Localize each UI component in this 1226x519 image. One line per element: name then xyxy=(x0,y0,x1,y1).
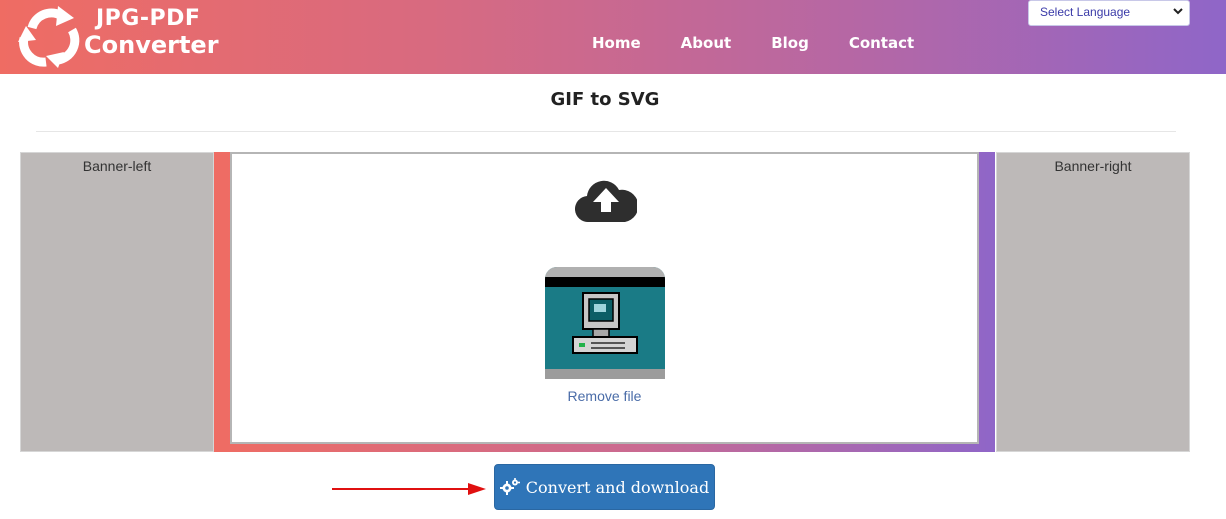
cloud-upload-icon[interactable] xyxy=(575,178,637,224)
uploaded-file-thumbnail xyxy=(545,267,665,379)
nav-contact[interactable]: Contact xyxy=(849,34,914,52)
arrow-right-icon xyxy=(332,483,486,495)
title-divider xyxy=(36,131,1176,132)
site-header: JPG-PDF Converter Home About Blog Contac… xyxy=(0,0,1226,74)
banner-left-label: Banner-left xyxy=(82,158,152,174)
nav-about[interactable]: About xyxy=(681,34,732,52)
nav-home[interactable]: Home xyxy=(592,34,641,52)
chevron-down-icon xyxy=(1173,8,1183,15)
nav-blog[interactable]: Blog xyxy=(771,34,809,52)
page-title: GIF to SVG xyxy=(550,89,660,110)
convert-and-download-button[interactable]: Convert and download xyxy=(494,464,715,510)
recycle-arrows-icon xyxy=(18,6,80,68)
banner-left: Banner-left xyxy=(20,152,214,452)
language-select[interactable]: Select Language xyxy=(1028,0,1190,26)
main-nav: Home About Blog Contact xyxy=(592,34,954,52)
language-select-value: Select Language xyxy=(1040,5,1131,19)
upload-frame: Remove file xyxy=(214,152,995,452)
banner-right: Banner-right xyxy=(996,152,1190,452)
site-logo[interactable]: JPG-PDF Converter xyxy=(18,4,219,68)
gears-icon xyxy=(499,478,520,496)
upload-dropzone[interactable]: Remove file xyxy=(230,152,979,444)
logo-text-bottom: Converter xyxy=(84,31,219,59)
convert-button-label: Convert and download xyxy=(525,477,710,497)
logo-text-top: JPG-PDF xyxy=(96,6,201,31)
computer-icon xyxy=(572,292,638,354)
remove-file-link[interactable]: Remove file xyxy=(232,388,977,404)
banner-right-label: Banner-right xyxy=(1054,158,1132,174)
